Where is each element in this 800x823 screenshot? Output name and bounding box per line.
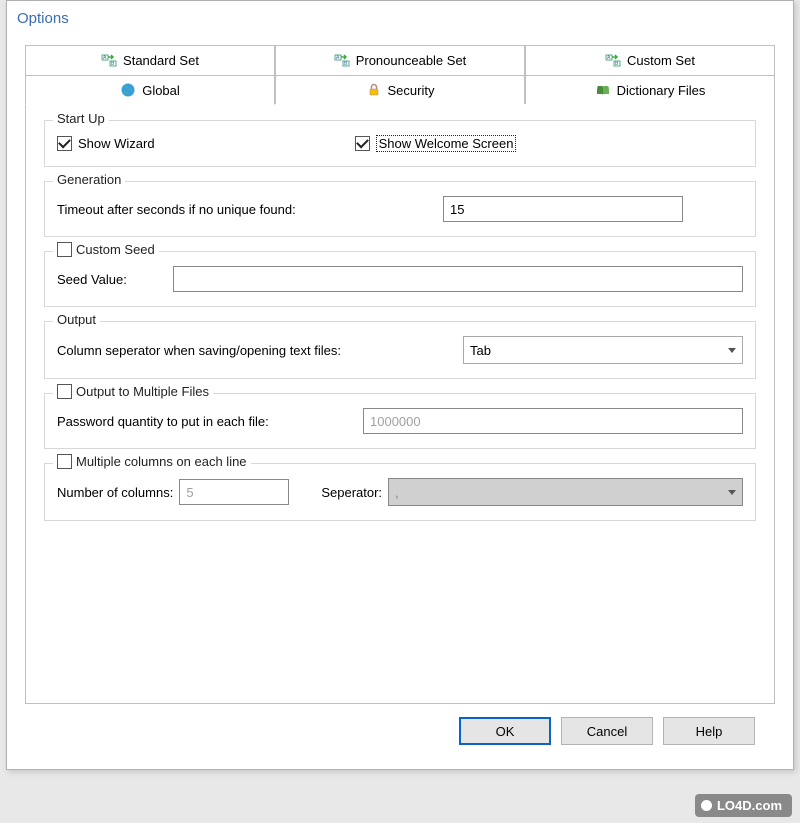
checkbox-output-multiple[interactable] — [57, 384, 72, 399]
colsep-combo: , — [388, 478, 743, 506]
book-icon — [595, 82, 611, 98]
dialog-content: AB Standard Set AB Pronounceable Set AB … — [7, 35, 793, 745]
numcols-label: Number of columns: — [57, 485, 173, 500]
group-generation: Generation Timeout after seconds if no u… — [44, 181, 756, 237]
group-output: Output Column seperator when saving/open… — [44, 321, 756, 379]
standard-set-icon: AB — [101, 53, 117, 69]
help-button[interactable]: Help — [663, 717, 755, 745]
group-legend: Start Up — [53, 111, 109, 126]
tab-custom-set[interactable]: AB Custom Set — [525, 45, 775, 75]
tab-label: Dictionary Files — [617, 83, 706, 98]
tab-label: Security — [388, 83, 435, 98]
chevron-down-icon — [728, 348, 736, 353]
tab-global[interactable]: Global — [25, 75, 275, 105]
watermark: LO4D.com — [695, 794, 792, 817]
checkbox-custom-seed[interactable] — [57, 242, 72, 257]
group-multifile: Output to Multiple Files Password quanti… — [44, 393, 756, 449]
group-custom-seed: Custom Seed Seed Value: — [44, 251, 756, 307]
checkbox-label[interactable]: Show Wizard — [78, 136, 155, 151]
pronounceable-set-icon: AB — [334, 53, 350, 69]
group-legend: Output — [53, 312, 100, 327]
options-dialog: Options AB Standard Set AB Prono — [6, 0, 794, 770]
button-label: Cancel — [587, 724, 627, 739]
lock-icon — [366, 82, 382, 98]
close-button[interactable] — [749, 3, 793, 33]
checkbox-show-welcome[interactable] — [355, 136, 370, 151]
group-legend: Multiple columns on each line — [53, 454, 251, 469]
tab-pronounceable-set[interactable]: AB Pronounceable Set — [275, 45, 525, 75]
legend-label[interactable]: Multiple columns on each line — [76, 454, 247, 469]
qty-label: Password quantity to put in each file: — [57, 414, 357, 429]
combo-value: , — [395, 485, 399, 500]
separator-label: Column seperator when saving/opening tex… — [57, 343, 457, 358]
globe-icon — [120, 82, 136, 98]
separator-combo[interactable]: Tab — [463, 336, 743, 364]
tab-label: Custom Set — [627, 53, 695, 68]
seed-label: Seed Value: — [57, 272, 167, 287]
group-multicol: Multiple columns on each line Number of … — [44, 463, 756, 521]
button-row: OK Cancel Help — [25, 705, 775, 745]
tab-dictionary-files[interactable]: Dictionary Files — [525, 75, 775, 105]
checkbox-label[interactable]: Show Welcome Screen — [376, 135, 517, 152]
tab-panel-global: Start Up Show Wizard Show Welcome Screen — [25, 104, 775, 704]
titlebar: Options — [7, 1, 793, 35]
group-legend: Output to Multiple Files — [53, 384, 213, 399]
legend-label[interactable]: Custom Seed — [76, 242, 155, 257]
cancel-button[interactable]: Cancel — [561, 717, 653, 745]
timeout-input[interactable] — [443, 196, 683, 222]
group-legend: Custom Seed — [53, 242, 159, 257]
checkbox-multiple-columns[interactable] — [57, 454, 72, 469]
group-startup: Start Up Show Wizard Show Welcome Screen — [44, 120, 756, 167]
chevron-down-icon — [728, 490, 736, 495]
custom-set-icon: AB — [605, 53, 621, 69]
tab-security[interactable]: Security — [275, 75, 525, 105]
tab-row-top: AB Standard Set AB Pronounceable Set AB … — [25, 45, 775, 75]
tab-container: AB Standard Set AB Pronounceable Set AB … — [25, 45, 775, 705]
window-title: Options — [17, 10, 69, 27]
tab-label: Standard Set — [123, 53, 199, 68]
colsep-label: Seperator: — [321, 485, 382, 500]
watermark-icon — [701, 800, 712, 811]
timeout-label: Timeout after seconds if no unique found… — [57, 202, 437, 217]
tab-label: Pronounceable Set — [356, 53, 467, 68]
tab-standard-set[interactable]: AB Standard Set — [25, 45, 275, 75]
legend-label[interactable]: Output to Multiple Files — [76, 384, 209, 399]
seed-input[interactable] — [173, 266, 743, 292]
ok-button[interactable]: OK — [459, 717, 551, 745]
tab-label: Global — [142, 83, 180, 98]
tab-row-bottom: Global Security Dictionary Files — [25, 75, 775, 105]
qty-input — [363, 408, 743, 434]
group-legend: Generation — [53, 172, 125, 187]
watermark-text: LO4D.com — [717, 798, 782, 813]
numcols-input — [179, 479, 289, 505]
checkbox-show-wizard[interactable] — [57, 136, 72, 151]
button-label: Help — [696, 724, 723, 739]
combo-value: Tab — [470, 343, 491, 358]
button-label: OK — [496, 724, 515, 739]
